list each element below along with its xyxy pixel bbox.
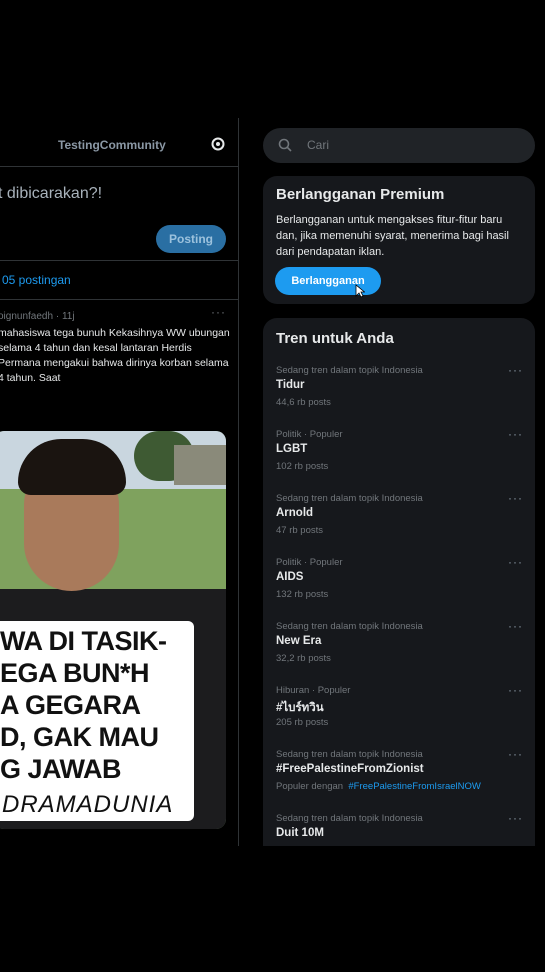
- trend-item[interactable]: Sedang tren dalam topik Indonesia Tidur …: [263, 363, 535, 429]
- post-button[interactable]: Posting: [156, 225, 226, 253]
- search-bar[interactable]: [263, 128, 535, 163]
- tweet-more-icon[interactable]: ···: [211, 305, 226, 319]
- premium-title: Berlangganan Premium: [276, 186, 445, 203]
- trend-count: Populer dengan #FreePalestineFromIsraelN…: [276, 781, 481, 792]
- trend-name: #FreePalestineFromZionist: [276, 763, 424, 775]
- trend-name: Arnold: [276, 507, 314, 519]
- trend-count: 47 rb posts: [276, 525, 323, 536]
- mouse-cursor-icon: [355, 284, 365, 298]
- community-column: TestingCommunity t dibicarakan?! Posting…: [0, 118, 239, 846]
- trend-item[interactable]: Sedang tren dalam topik Indonesia #FreeP…: [263, 747, 535, 813]
- media-house: [174, 445, 226, 485]
- trend-context: Politik · Populer: [276, 429, 343, 440]
- trend-count-prefix: Populer dengan: [276, 781, 344, 792]
- trend-context: Sedang tren dalam topik Indonesia: [276, 749, 423, 760]
- trend-context: Sedang tren dalam topik Indonesia: [276, 813, 423, 824]
- screen: TestingCommunity t dibicarakan?! Posting…: [0, 118, 545, 846]
- trend-name: AIDS: [276, 571, 304, 583]
- post-count[interactable]: 05 postingan: [2, 273, 71, 287]
- more-icon[interactable]: ···: [508, 491, 523, 505]
- trend-context: Sedang tren dalam topik Indonesia: [276, 365, 423, 376]
- premium-card: Berlangganan Premium Berlangganan untuk …: [263, 176, 535, 304]
- tweet-text: mahasiswa tega bunuh Kekasihnya WW ubung…: [0, 327, 230, 384]
- community-header: TestingCommunity: [0, 118, 238, 167]
- trend-name: LGBT: [276, 443, 308, 455]
- compose-placeholder[interactable]: t dibicarakan?!: [0, 185, 102, 203]
- trend-count: 205 rb posts: [276, 717, 329, 728]
- more-icon[interactable]: ···: [508, 555, 523, 569]
- trend-name: New Era: [276, 635, 322, 647]
- trend-context: Hiburan · Populer: [276, 685, 351, 696]
- more-icon[interactable]: ···: [508, 683, 523, 697]
- trend-context: Politik · Populer: [276, 557, 343, 568]
- more-icon[interactable]: ···: [508, 619, 523, 633]
- media-brand: DRAMADUNIA: [2, 791, 174, 818]
- search-input[interactable]: [307, 137, 507, 153]
- tweet[interactable]: oignunfaedh · 11j ··· mahasiswa tega bun…: [0, 300, 238, 846]
- search-icon: [278, 138, 292, 152]
- gear-icon[interactable]: [210, 136, 226, 152]
- trend-count: 102 rb posts: [276, 461, 329, 472]
- media-caption-line: G JAWAB: [0, 754, 122, 784]
- community-title: TestingCommunity: [58, 138, 166, 152]
- trend-context: Sedang tren dalam topik Indonesia: [276, 493, 423, 504]
- trend-item[interactable]: Sedang tren dalam topik Indonesia Duit 1…: [263, 811, 535, 846]
- compose-box: t dibicarakan?! Posting: [0, 167, 238, 261]
- trend-item[interactable]: Politik · Populer AIDS 132 rb posts ···: [263, 555, 535, 621]
- trends-title: Tren untuk Anda: [276, 330, 394, 347]
- trend-name: Tidur: [276, 379, 305, 391]
- trend-item[interactable]: Sedang tren dalam topik Indonesia Arnold…: [263, 491, 535, 557]
- trend-count: 132 rb posts: [276, 589, 329, 600]
- more-icon[interactable]: ···: [508, 363, 523, 377]
- trend-count: 32,2 rb posts: [276, 653, 331, 664]
- trend-name: Duit 10M: [276, 827, 324, 839]
- premium-description: Berlangganan untuk mengakses fitur-fitur…: [276, 214, 509, 258]
- more-icon[interactable]: ···: [508, 427, 523, 441]
- more-icon[interactable]: ···: [508, 747, 523, 761]
- trend-item[interactable]: Sedang tren dalam topik Indonesia New Er…: [263, 619, 535, 685]
- trends-card: Tren untuk Anda Sedang tren dalam topik …: [263, 318, 535, 846]
- trend-count: 44,6 rb posts: [276, 397, 331, 408]
- media-caption-line: D, GAK MAU: [0, 722, 159, 752]
- media-caption-line: WA DI TASIK-: [0, 626, 167, 656]
- tweet-media[interactable]: WA DI TASIK- EGA BUN*H A GEGARA D, GAK M…: [0, 431, 226, 829]
- subscribe-button[interactable]: Berlangganan: [275, 267, 381, 295]
- trend-item[interactable]: Politik · Populer LGBT 102 rb posts ···: [263, 427, 535, 493]
- trend-name: #ไบร์ทวิน: [276, 702, 324, 714]
- media-caption-line: A GEGARA: [0, 690, 141, 720]
- post-count-bar[interactable]: 05 postingan: [0, 261, 238, 300]
- trend-hashtag-link[interactable]: #FreePalestineFromIsraelNOW: [348, 781, 481, 792]
- tweet-meta: oignunfaedh · 11j: [0, 311, 75, 322]
- trend-item[interactable]: Hiburan · Populer #ไบร์ทวิน 205 rb posts…: [263, 683, 535, 749]
- media-caption-line: EGA BUN*H: [0, 658, 150, 688]
- trend-context: Sedang tren dalam topik Indonesia: [276, 621, 423, 632]
- more-icon[interactable]: ···: [508, 811, 523, 825]
